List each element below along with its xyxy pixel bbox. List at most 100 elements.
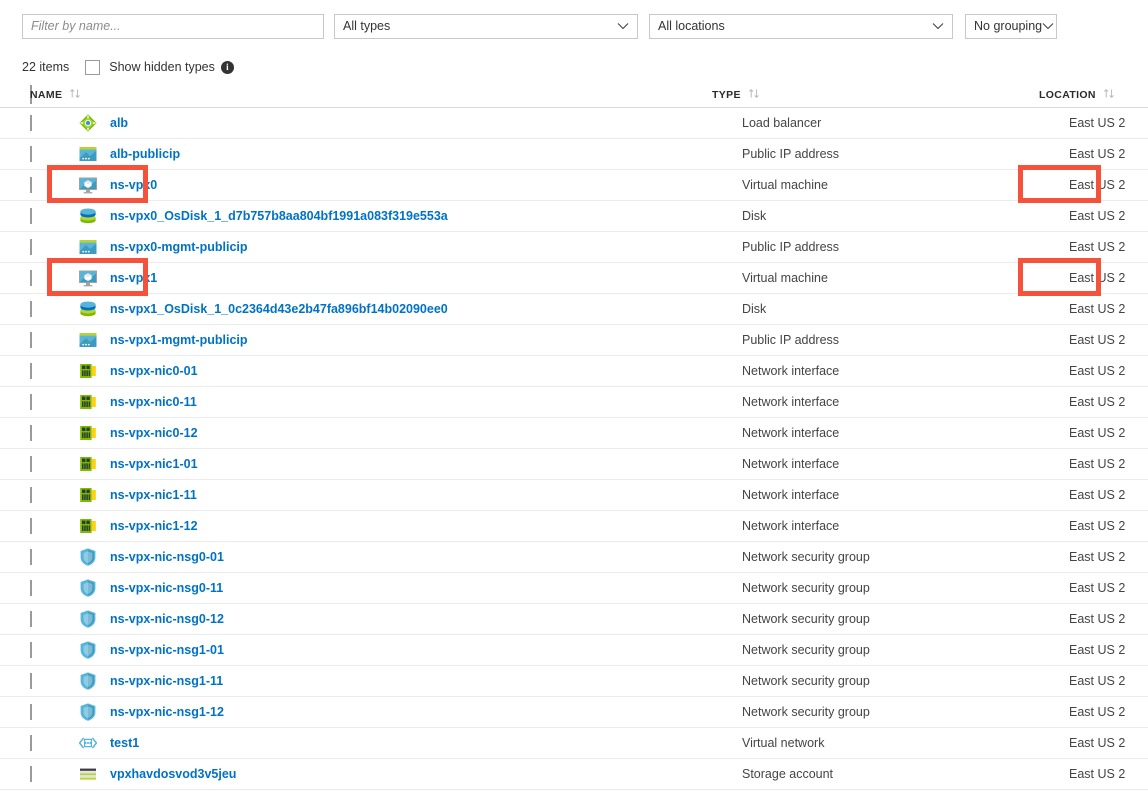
resource-name-link[interactable]: ns-vpx-nic0-12 bbox=[110, 426, 198, 440]
row-checkbox[interactable] bbox=[30, 642, 32, 658]
row-checkbox[interactable] bbox=[30, 270, 32, 286]
show-hidden-types-checkbox[interactable] bbox=[85, 59, 101, 75]
table-row[interactable]: vpxhavdosvod3v5jeu Storage account East US… bbox=[0, 759, 1148, 790]
public-ip-icon bbox=[78, 330, 98, 350]
row-checkbox[interactable] bbox=[30, 146, 32, 162]
sort-icon bbox=[1103, 88, 1116, 102]
resource-name-link[interactable]: ns-vpx-nic-nsg0-12 bbox=[110, 612, 224, 626]
row-checkbox[interactable] bbox=[30, 115, 32, 131]
grouping-dropdown[interactable]: No grouping bbox=[965, 13, 1057, 39]
row-select-cell bbox=[30, 518, 60, 534]
resource-location-cell: East US 2 bbox=[1069, 674, 1126, 688]
table-row[interactable]: ns-vpx-nic-nsg0-01 Network security group… bbox=[0, 542, 1148, 573]
resource-name-link[interactable]: ns-vpx0-mgmt-publicip bbox=[110, 240, 248, 254]
column-header-name[interactable]: NAME bbox=[30, 88, 712, 102]
row-checkbox[interactable] bbox=[30, 766, 32, 782]
resource-name-link[interactable]: ns-vpx-nic1-12 bbox=[110, 519, 198, 533]
resource-name-link[interactable]: vpxhavdosvod3v5jeu bbox=[110, 767, 236, 781]
row-select-cell bbox=[30, 115, 60, 131]
column-header-type[interactable]: TYPE bbox=[712, 88, 1039, 102]
virtual-network-icon bbox=[78, 733, 98, 753]
row-checkbox[interactable] bbox=[30, 673, 32, 689]
resource-name-cell: alb bbox=[60, 108, 742, 139]
table-row[interactable]: ns-vpx1 Virtual machine East US 2 bbox=[0, 258, 1148, 296]
row-checkbox[interactable] bbox=[30, 363, 32, 379]
table-row[interactable]: ns-vpx0-mgmt-publicip Public IP address Ea… bbox=[0, 232, 1148, 263]
resource-name-link[interactable]: ns-vpx-nic-nsg1-01 bbox=[110, 643, 224, 657]
table-row[interactable]: ns-vpx-nic-nsg1-01 Network security group… bbox=[0, 635, 1148, 666]
location-filter-dropdown[interactable]: All locations bbox=[649, 13, 953, 39]
row-checkbox[interactable] bbox=[30, 611, 32, 627]
table-row[interactable]: ns-vpx-nic0-11 Network interface East US 2 bbox=[0, 387, 1148, 418]
column-header-location[interactable]: LOCATION bbox=[1039, 88, 1148, 102]
table-row[interactable]: ns-vpx-nic-nsg0-11 Network security group… bbox=[0, 573, 1148, 604]
row-checkbox[interactable] bbox=[30, 518, 32, 534]
resource-name-link[interactable]: ns-vpx-nic1-01 bbox=[110, 457, 198, 471]
resource-name-link[interactable]: test1 bbox=[110, 736, 139, 750]
table-row[interactable]: ns-vpx-nic-nsg1-11 Network security group… bbox=[0, 666, 1148, 697]
resource-name-link[interactable]: ns-vpx-nic-nsg0-11 bbox=[110, 581, 223, 595]
resource-name-link[interactable]: ns-vpx1 bbox=[110, 271, 157, 285]
resource-type-cell: Public IP address bbox=[742, 147, 840, 161]
resource-name-link[interactable]: alb-publicip bbox=[110, 147, 180, 161]
resource-name-link[interactable]: alb bbox=[110, 116, 128, 130]
table-row[interactable]: test1 Virtual network East US 2 bbox=[0, 728, 1148, 759]
type-filter-dropdown[interactable]: All types bbox=[334, 13, 638, 39]
resource-name-link[interactable]: ns-vpx-nic1-11 bbox=[110, 488, 197, 502]
row-checkbox[interactable] bbox=[30, 301, 32, 317]
row-checkbox[interactable] bbox=[30, 425, 32, 441]
resource-type-cell: Network interface bbox=[742, 426, 840, 440]
name-filter-input[interactable] bbox=[22, 13, 324, 39]
select-all-cell bbox=[0, 84, 32, 104]
row-checkbox[interactable] bbox=[30, 487, 32, 503]
row-checkbox[interactable] bbox=[30, 239, 32, 255]
resource-name-cell: ns-vpx-nic-nsg1-11 bbox=[60, 666, 742, 697]
load-balancer-icon bbox=[78, 113, 98, 133]
table-row[interactable]: ns-vpx-nic0-01 Network interface East US 2 bbox=[0, 356, 1148, 387]
row-checkbox[interactable] bbox=[30, 704, 32, 720]
table-row[interactable]: alb-publicip Public IP address East US 2 bbox=[0, 139, 1148, 170]
resource-name-link[interactable]: ns-vpx1_OsDisk_1_0c2364d43e2b47fa896bf14… bbox=[110, 302, 448, 316]
resource-name-link[interactable]: ns-vpx-nic-nsg1-12 bbox=[110, 705, 224, 719]
table-row[interactable]: ns-vpx0_OsDisk_1_d7b757b8aa804bf1991a083… bbox=[0, 201, 1148, 232]
row-checkbox[interactable] bbox=[30, 580, 32, 596]
resource-name-link[interactable]: ns-vpx-nic0-01 bbox=[110, 364, 198, 378]
row-checkbox[interactable] bbox=[30, 208, 32, 224]
table-row[interactable]: ns-vpx1_OsDisk_1_0c2364d43e2b47fa896bf14… bbox=[0, 294, 1148, 325]
row-checkbox[interactable] bbox=[30, 177, 32, 193]
table-row[interactable]: ns-vpx0 Virtual machine East US 2 bbox=[0, 165, 1148, 203]
row-checkbox[interactable] bbox=[30, 456, 32, 472]
table-row[interactable]: ns-vpx1-mgmt-publicip Public IP address Ea… bbox=[0, 325, 1148, 356]
resource-name-link[interactable]: ns-vpx1-mgmt-publicip bbox=[110, 333, 248, 347]
table-row[interactable]: ns-vpx-nic-nsg0-12 Network security group… bbox=[0, 604, 1148, 635]
network-security-group-icon bbox=[78, 578, 98, 598]
resource-name-link[interactable]: ns-vpx-nic-nsg1-11 bbox=[110, 674, 223, 688]
resource-name-link[interactable]: ns-vpx0_OsDisk_1_d7b757b8aa804bf1991a083… bbox=[110, 209, 448, 223]
row-checkbox[interactable] bbox=[30, 332, 32, 348]
table-row[interactable]: ns-vpx-nic1-12 Network interface East US 2 bbox=[0, 511, 1148, 542]
row-checkbox[interactable] bbox=[30, 394, 32, 410]
row-checkbox[interactable] bbox=[30, 549, 32, 565]
chevron-down-icon bbox=[932, 20, 944, 32]
table-row[interactable]: alb Load balancer East US 2 bbox=[0, 108, 1148, 139]
resource-name-cell: ns-vpx0 bbox=[60, 170, 742, 201]
table-row[interactable]: ns-vpx-nic1-11 Network interface East US 2 bbox=[0, 480, 1148, 511]
resource-location-cell: East US 2 bbox=[1069, 178, 1126, 192]
resource-name-link[interactable]: ns-vpx0 bbox=[110, 178, 157, 192]
item-count-label: 22 items bbox=[22, 60, 70, 74]
resource-type-cell: Disk bbox=[742, 209, 767, 223]
table-row[interactable]: ns-vpx-nic-nsg1-12 Network security group… bbox=[0, 697, 1148, 728]
row-checkbox[interactable] bbox=[30, 735, 32, 751]
resource-type-cell: Network security group bbox=[742, 674, 870, 688]
chevron-down-icon bbox=[617, 20, 629, 32]
table-row[interactable]: ns-vpx-nic1-01 Network interface East US 2 bbox=[0, 449, 1148, 480]
resource-name-cell: ns-vpx-nic0-01 bbox=[60, 356, 742, 387]
resource-name-cell: ns-vpx-nic1-11 bbox=[60, 480, 742, 511]
resource-name-link[interactable]: ns-vpx-nic0-11 bbox=[110, 395, 197, 409]
table-row[interactable]: ns-vpx-nic0-12 Network interface East US 2 bbox=[0, 418, 1148, 449]
resource-name-link[interactable]: ns-vpx-nic-nsg0-01 bbox=[110, 550, 224, 564]
row-select-cell bbox=[30, 394, 60, 410]
resource-location-cell: East US 2 bbox=[1069, 426, 1126, 440]
info-icon[interactable]: i bbox=[220, 60, 234, 74]
resource-name-cell: ns-vpx0_OsDisk_1_d7b757b8aa804bf1991a083… bbox=[60, 201, 742, 232]
